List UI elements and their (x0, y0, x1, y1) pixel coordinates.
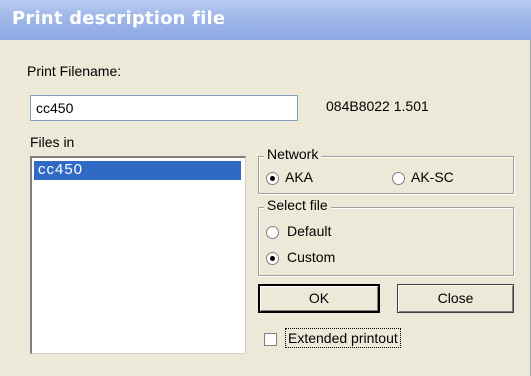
network-ak-sc-label[interactable]: AK-SC (411, 169, 454, 185)
extended-printout-checkbox[interactable] (264, 333, 277, 346)
title-bar[interactable]: Print description file (0, 0, 531, 40)
select-file-group (258, 207, 514, 276)
select-file-default-radio[interactable] (266, 226, 279, 239)
network-ak-sc-radio[interactable] (392, 172, 405, 185)
select-file-custom-radio[interactable] (266, 252, 279, 265)
select-file-group-label: Select file (264, 197, 331, 213)
list-item-selected[interactable]: cc450 (34, 161, 241, 180)
files-listbox[interactable]: cc450 (30, 156, 246, 354)
version-text: 084B8022 1.501 (326, 98, 429, 114)
select-file-custom-label[interactable]: Custom (287, 249, 335, 265)
network-aka-radio[interactable] (266, 172, 279, 185)
print-filename-label: Print Filename: (27, 63, 122, 79)
files-in-label: Files in (30, 134, 75, 150)
network-group-label: Network (264, 146, 322, 162)
print-description-dialog: Print description file Print Filename: c… (0, 0, 531, 376)
print-filename-input[interactable]: cc450 (30, 95, 298, 121)
network-aka-label[interactable]: AKA (285, 169, 313, 185)
window-title: Print description file (12, 8, 226, 29)
extended-printout-label[interactable]: Extended printout (285, 328, 401, 348)
select-file-default-label[interactable]: Default (287, 223, 331, 239)
ok-button[interactable]: OK (258, 284, 380, 313)
close-button[interactable]: Close (397, 284, 514, 313)
